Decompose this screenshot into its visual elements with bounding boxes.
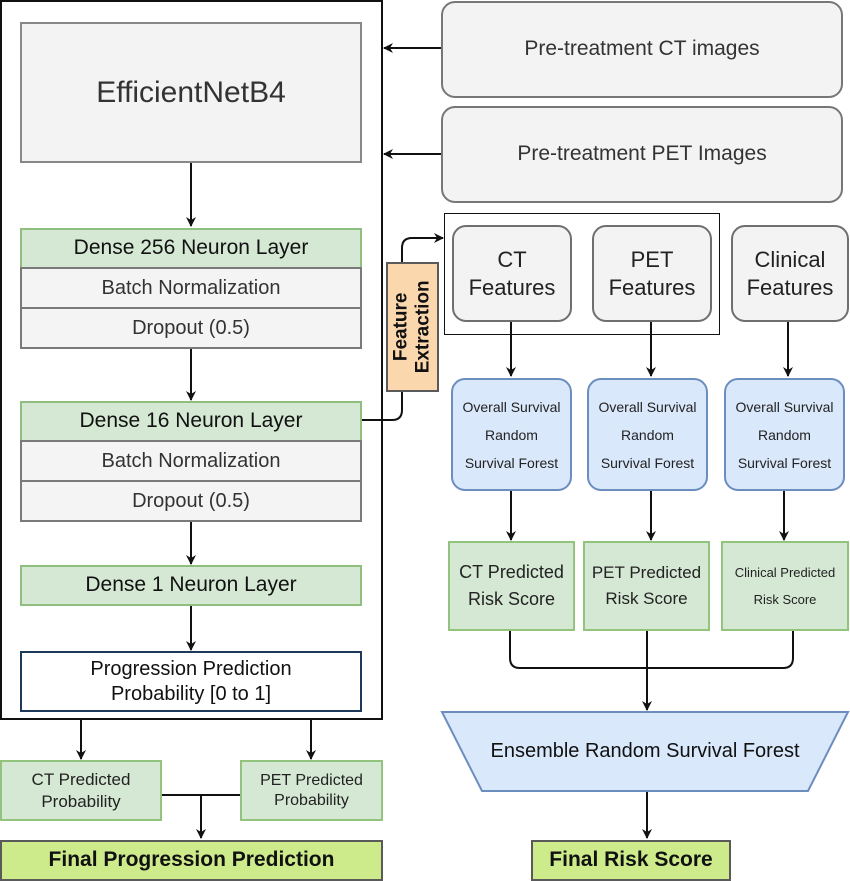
- feature-extraction-line-2: Extraction: [412, 280, 434, 374]
- ct-predicted-probability: CT Predicted Probability: [0, 760, 162, 821]
- ct-features: CT Features: [452, 225, 572, 322]
- pet-features: PET Features: [592, 225, 712, 322]
- pet-images-input: Pre-treatment PET Images: [441, 106, 843, 203]
- dropout-1: Dropout (0.5): [20, 307, 362, 349]
- dense-1-label: Dense 1 Neuron Layer: [85, 573, 297, 597]
- feature-extraction-tag: Feature Extraction: [386, 262, 439, 392]
- pet-risk-line-1: PET Predicted: [591, 562, 702, 582]
- ct-images-input: Pre-treatment CT images: [441, 1, 843, 98]
- ct-risk-score: CT Predicted Risk Score: [448, 541, 575, 631]
- clinical-risk-line-1: Clinical Predicted: [734, 564, 836, 580]
- progression-probability-output: Progression Prediction Probability [0 to…: [20, 651, 362, 712]
- batchnorm-1: Batch Normalization: [20, 267, 362, 309]
- final-risk-label: Final Risk Score: [549, 848, 713, 872]
- dense-16-label: Dense 16 Neuron Layer: [79, 409, 303, 433]
- wire-risk-merge: [509, 630, 794, 669]
- ct-survival-forest: Overall Survival Random Survival Forest: [451, 378, 572, 491]
- ct-prob-line-1: CT Predicted: [31, 770, 131, 790]
- clinical-forest-line-1: Overall Survival: [735, 398, 834, 415]
- clinical-forest-line-3: Survival Forest: [737, 454, 832, 471]
- ct-features-line-2: Features: [468, 274, 556, 300]
- final-progression-prediction: Final Progression Prediction: [0, 840, 383, 881]
- output-line-2: Probability [0 to 1]: [110, 682, 272, 705]
- clinical-features-line-1: Clinical: [754, 247, 826, 272]
- pet-features-line-2: Features: [608, 274, 696, 300]
- batchnorm-2-label: Batch Normalization: [101, 449, 281, 472]
- pet-risk-line-2: Risk Score: [605, 589, 688, 608]
- dropout-2-label: Dropout (0.5): [132, 489, 250, 512]
- pet-risk-score: PET Predicted Risk Score: [583, 541, 710, 631]
- ct-risk-line-1: CT Predicted: [459, 562, 564, 582]
- final-progression-label: Final Progression Prediction: [48, 848, 335, 872]
- pet-prob-line-1: PET Predicted: [260, 771, 363, 789]
- clinical-features-line-2: Features: [746, 274, 834, 300]
- ct-forest-line-1: Overall Survival: [462, 398, 561, 415]
- pet-forest-line-1: Overall Survival: [598, 398, 697, 415]
- dropout-2: Dropout (0.5): [20, 480, 362, 522]
- pet-forest-line-2: Random: [621, 426, 674, 443]
- pet-prob-line-2: Probability: [274, 791, 349, 809]
- clinical-risk-line-2: Risk Score: [753, 592, 817, 607]
- feature-extraction-line-1: Feature: [390, 292, 412, 362]
- final-risk-score: Final Risk Score: [531, 840, 731, 881]
- ensemble-survival-forest: Ensemble Random Survival Forest: [440, 711, 850, 791]
- pet-features-line-1: PET: [630, 247, 674, 272]
- dense-1-layer: Dense 1 Neuron Layer: [20, 565, 362, 606]
- ensemble-label: Ensemble Random Survival Forest: [490, 739, 800, 762]
- pet-forest-line-3: Survival Forest: [600, 454, 695, 471]
- clinical-survival-forest: Overall Survival Random Survival Forest: [724, 378, 845, 491]
- arrow-feature-extraction-to-features: [401, 233, 444, 262]
- ct-risk-line-2: Risk Score: [467, 589, 556, 609]
- dropout-1-label: Dropout (0.5): [132, 316, 250, 339]
- dense-256-layer: Dense 256 Neuron Layer: [20, 228, 362, 269]
- pet-images-label: Pre-treatment PET Images: [517, 142, 767, 166]
- ct-features-line-1: CT: [497, 247, 527, 272]
- batchnorm-1-label: Batch Normalization: [101, 276, 281, 299]
- efficientnetb4-label: EfficientNetB4: [96, 75, 286, 109]
- ct-images-label: Pre-treatment CT images: [524, 37, 760, 61]
- output-line-1: Progression Prediction: [90, 657, 292, 680]
- ct-forest-line-3: Survival Forest: [464, 454, 559, 471]
- batchnorm-2: Batch Normalization: [20, 440, 362, 482]
- clinical-features: Clinical Features: [731, 225, 849, 322]
- pet-survival-forest: Overall Survival Random Survival Forest: [587, 378, 708, 491]
- pet-predicted-probability: PET Predicted Probability: [240, 760, 383, 821]
- ct-forest-line-2: Random: [485, 426, 538, 443]
- clinical-risk-score: Clinical Predicted Risk Score: [721, 541, 849, 631]
- dense-16-layer: Dense 16 Neuron Layer: [20, 401, 362, 442]
- ct-prob-line-2: Probability: [41, 791, 121, 811]
- clinical-forest-line-2: Random: [758, 426, 811, 443]
- efficientnetb4-block: EfficientNetB4: [20, 22, 362, 163]
- dense-256-label: Dense 256 Neuron Layer: [73, 236, 309, 260]
